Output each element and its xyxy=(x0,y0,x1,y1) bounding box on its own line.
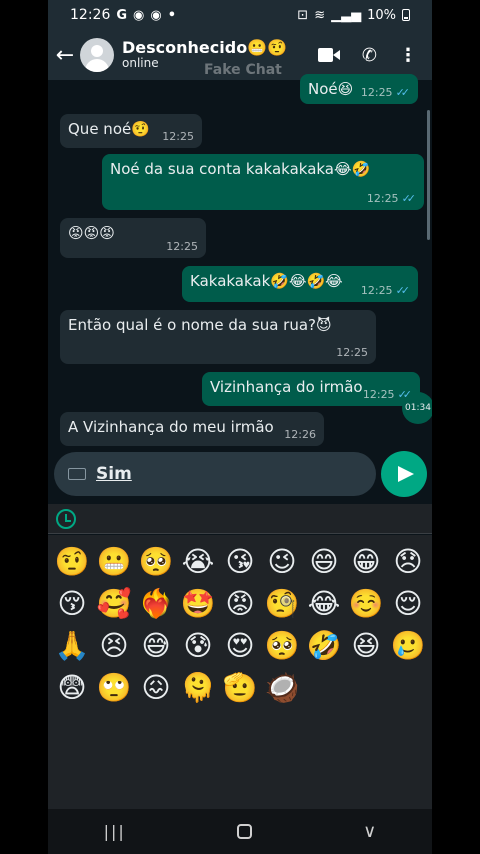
emoji-key[interactable]: 😅 xyxy=(135,624,177,666)
send-icon xyxy=(398,466,414,482)
emoji-key[interactable]: 🥲 xyxy=(387,624,429,666)
message-bubble[interactable]: Noé da sua conta kakakakaka😂🤣 12:25 ✓✓ xyxy=(102,154,424,210)
message-bubble[interactable]: Que noé🤨 12:25 xyxy=(60,114,202,148)
message-bubble[interactable]: 😡😡😡 12:25 xyxy=(60,218,206,258)
message-bubble[interactable]: Kakakakak🤣😂🤣😂 12:25 ✓✓ xyxy=(182,266,418,302)
keyboard-icon[interactable] xyxy=(68,468,86,480)
emoji-key[interactable]: 😬 xyxy=(93,540,135,582)
emoji-key[interactable]: 😂 xyxy=(303,582,345,624)
emoji-keyboard: 🤨 😬 🥺 😭 😘 😉 😄 😁 😞 😚 🥰 ❤️‍🔥 🤩 😡 🧐 😂 ☺️ 😌 🙏 😣 😅 😰 😍 🥺 🤣 😆 🥲 😨 🙄 😖 🫠 🫡 🥥 xyxy=(48,535,432,809)
message-input[interactable]: Sim xyxy=(54,452,376,496)
emoji-key[interactable]: 😖 xyxy=(135,666,177,708)
avatar[interactable] xyxy=(80,38,114,72)
battery-icon xyxy=(402,9,410,21)
home-icon[interactable] xyxy=(236,824,252,839)
emoji-key[interactable]: 😆 xyxy=(345,624,387,666)
more-options-icon[interactable]: ⋮ xyxy=(399,45,417,66)
composer: Sim xyxy=(48,448,432,504)
emoji-key[interactable]: 🤨 xyxy=(51,540,93,582)
message-list[interactable]: Noé😆 12:25 ✓✓ Que noé🤨 12:25 Noé da sua c… xyxy=(48,74,432,504)
emoji-key[interactable]: 🤣 xyxy=(303,624,345,666)
read-ticks-icon: ✓✓ xyxy=(401,192,417,205)
emoji-key[interactable]: 🥥 xyxy=(261,666,303,708)
google-icon: G xyxy=(116,7,128,23)
contact-name: Desconhecido😬🤨 xyxy=(122,37,288,57)
emoji-key[interactable]: 🙏 xyxy=(51,624,93,666)
read-ticks-icon: ✓✓ xyxy=(395,86,411,99)
clock: 12:26 xyxy=(70,7,111,23)
back-arrow-icon[interactable]: ← xyxy=(50,43,80,68)
emoji-key[interactable]: 😞 xyxy=(387,540,429,582)
recent-apps-icon[interactable]: ||| xyxy=(104,822,126,841)
emoji-key[interactable]: 🙄 xyxy=(93,666,135,708)
time-pill: 01:34 xyxy=(402,392,432,424)
chrome-icon: ◉ xyxy=(133,7,145,23)
emoji-key[interactable]: ☺️ xyxy=(345,582,387,624)
emoji-key[interactable]: 🥺 xyxy=(261,624,303,666)
emoji-grid: 🤨 😬 🥺 😭 😘 😉 😄 😁 😞 😚 🥰 ❤️‍🔥 🤩 😡 🧐 😂 ☺️ 😌 🙏 😣 😅 😰 😍 🥺 🤣 😆 🥲 😨 🙄 😖 🫠 🫡 🥥 xyxy=(51,540,429,708)
video-call-icon[interactable] xyxy=(317,48,340,62)
message-input-text: Sim xyxy=(96,464,132,484)
message-bubble[interactable]: Então qual é o nome da sua rua?😈 12:25 xyxy=(60,310,376,364)
signal-icon: ▁▃▅ xyxy=(331,7,362,23)
emoji-key[interactable]: 🤩 xyxy=(177,582,219,624)
system-nav-bar: ||| ∨ xyxy=(48,809,432,854)
battery-percent: 10% xyxy=(367,7,396,23)
watermark: Fake Chat xyxy=(204,62,282,78)
emoji-key[interactable]: 😄 xyxy=(303,540,345,582)
emoji-key[interactable]: ❤️‍🔥 xyxy=(135,582,177,624)
emoji-key[interactable]: 😘 xyxy=(219,540,261,582)
emoji-key[interactable]: 😌 xyxy=(387,582,429,624)
status-bar: 12:26 G ◉ ◉ • ⊡ ≋ ▁▃▅ 10% xyxy=(48,0,432,30)
phone-screen: 12:26 G ◉ ◉ • ⊡ ≋ ▁▃▅ 10% ← Desconhecido… xyxy=(48,0,432,854)
emoji-key[interactable]: 😚 xyxy=(51,582,93,624)
emoji-key[interactable]: 😣 xyxy=(93,624,135,666)
lock-icon: ⊡ xyxy=(297,7,309,23)
scrollbar[interactable] xyxy=(427,110,430,240)
read-ticks-icon: ✓✓ xyxy=(395,284,411,297)
recent-emoji-icon[interactable] xyxy=(56,508,76,529)
emoji-key[interactable]: 😡 xyxy=(219,582,261,624)
message-bubble[interactable]: A Vizinhança do meu irmão 12:26 xyxy=(60,412,324,446)
emoji-key[interactable]: 😰 xyxy=(177,624,219,666)
emoji-key[interactable]: 😉 xyxy=(261,540,303,582)
message-bubble[interactable]: Noé😆 12:25 ✓✓ xyxy=(300,74,418,104)
chrome-icon-2: ◉ xyxy=(150,7,162,23)
emoji-key[interactable]: 🥰 xyxy=(93,582,135,624)
voice-call-icon[interactable]: ✆ xyxy=(362,45,377,66)
notification-dot-icon: • xyxy=(167,7,177,23)
emoji-key[interactable]: 😍 xyxy=(219,624,261,666)
emoji-category-bar xyxy=(48,504,432,534)
emoji-key[interactable]: 😨 xyxy=(51,666,93,708)
wifi-icon: ≋ xyxy=(314,7,326,23)
message-bubble[interactable]: Vizinhança do irmão 12:25 ✓✓ xyxy=(202,372,420,406)
send-button[interactable] xyxy=(381,451,427,497)
emoji-key[interactable]: 🧐 xyxy=(261,582,303,624)
nav-back-icon[interactable]: ∨ xyxy=(363,821,376,842)
emoji-key[interactable]: 🫠 xyxy=(177,666,219,708)
emoji-key[interactable]: 🫡 xyxy=(219,666,261,708)
emoji-key[interactable]: 😁 xyxy=(345,540,387,582)
emoji-key[interactable]: 😭 xyxy=(177,540,219,582)
emoji-key[interactable]: 🥺 xyxy=(135,540,177,582)
